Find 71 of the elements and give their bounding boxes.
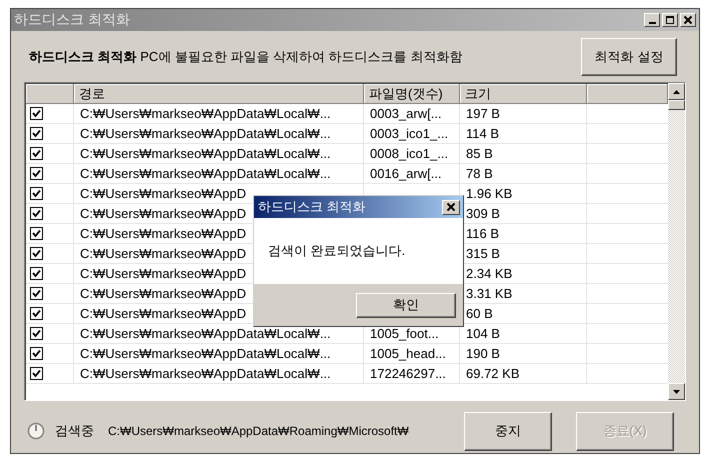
check-icon (32, 189, 41, 198)
table-cell: 1005_head... (364, 344, 460, 363)
close-icon (446, 202, 456, 212)
table-cell: C:₩Users₩markseo₩AppData₩Local₩... (74, 364, 364, 383)
checkbox[interactable] (30, 107, 43, 120)
checkbox[interactable] (30, 267, 43, 280)
clock-icon (27, 422, 45, 440)
checkbox[interactable] (30, 347, 43, 360)
close-button[interactable] (442, 200, 460, 214)
table-cell: 0008_ico1_... (364, 144, 460, 163)
checkbox[interactable] (30, 127, 43, 140)
checkbox[interactable] (30, 247, 43, 260)
table-cell: 0003_arw[... (364, 104, 460, 123)
checkbox[interactable] (30, 207, 43, 220)
status-path: C:₩Users₩markseo₩AppData₩Roaming₩Microsoft₩ (108, 424, 410, 438)
check-icon (32, 149, 41, 158)
table-cell: C:₩Users₩markseo₩AppData₩Local₩... (74, 144, 364, 163)
checkbox[interactable] (30, 367, 43, 380)
check-icon (32, 109, 41, 118)
status-label: 검색중 (55, 422, 94, 440)
scroll-down-button[interactable] (668, 383, 685, 400)
checkbox[interactable] (30, 187, 43, 200)
table-cell: C:₩Users₩markseo₩AppData₩Local₩... (74, 344, 364, 363)
maximize-button[interactable] (662, 13, 678, 27)
checkbox[interactable] (30, 167, 43, 180)
table-cell: 197 B (460, 104, 587, 123)
table-cell: 172246297... (364, 364, 460, 383)
check-icon (32, 129, 41, 138)
scrollbar[interactable] (668, 83, 685, 400)
scroll-up-button[interactable] (668, 83, 685, 100)
checkbox[interactable] (30, 307, 43, 320)
check-icon (32, 269, 41, 278)
down-arrow-icon (673, 390, 680, 394)
table-cell: 114 B (460, 124, 587, 143)
check-icon (32, 349, 41, 358)
table-cell: C:₩Users₩markseo₩AppData₩Local₩... (74, 104, 364, 123)
check-icon (32, 169, 41, 178)
column-header[interactable]: 파일명(갯수) (364, 84, 460, 104)
check-icon (32, 329, 41, 338)
checkbox[interactable] (30, 327, 43, 340)
check-icon (32, 309, 41, 318)
checkbox[interactable] (30, 287, 43, 300)
check-icon (32, 289, 41, 298)
settings-button[interactable]: 최적화 설정 (581, 38, 677, 76)
column-header[interactable]: 크기 (460, 84, 587, 104)
table-cell: 0003_ico1_... (364, 124, 460, 143)
column-header[interactable]: 경로 (74, 84, 364, 104)
table-cell: C:₩Users₩markseo₩AppData₩Local₩... (74, 164, 364, 183)
footer-button[interactable]: 중지 (464, 412, 552, 450)
maximize-icon (665, 15, 675, 25)
scroll-thumb[interactable] (668, 100, 685, 110)
minimize-button[interactable] (644, 13, 660, 27)
window-title: 하드디스크 최적화 (14, 11, 130, 29)
check-icon (32, 249, 41, 258)
check-icon (32, 209, 41, 218)
up-arrow-icon (673, 90, 680, 94)
table-cell: 69.72 KB (460, 364, 587, 383)
description-text: 하드디스크 최적화 PC에 불필요한 파일을 삭제하여 하드디스크를 최적화함 (29, 48, 462, 66)
ok-button[interactable]: 확인 (356, 292, 456, 318)
close-button[interactable] (680, 13, 696, 27)
minimize-icon (648, 22, 656, 24)
table-cell: 0016_arw[... (364, 164, 460, 183)
checkbox[interactable] (30, 227, 43, 240)
close-icon (683, 15, 693, 25)
table-cell: 190 B (460, 344, 587, 363)
check-icon (32, 229, 41, 238)
table-cell: C:₩Users₩markseo₩AppData₩Local₩... (74, 124, 364, 143)
table-cell: 85 B (460, 144, 587, 163)
check-icon (32, 369, 41, 378)
table-cell: 78 B (460, 164, 587, 183)
checkbox[interactable] (30, 147, 43, 160)
